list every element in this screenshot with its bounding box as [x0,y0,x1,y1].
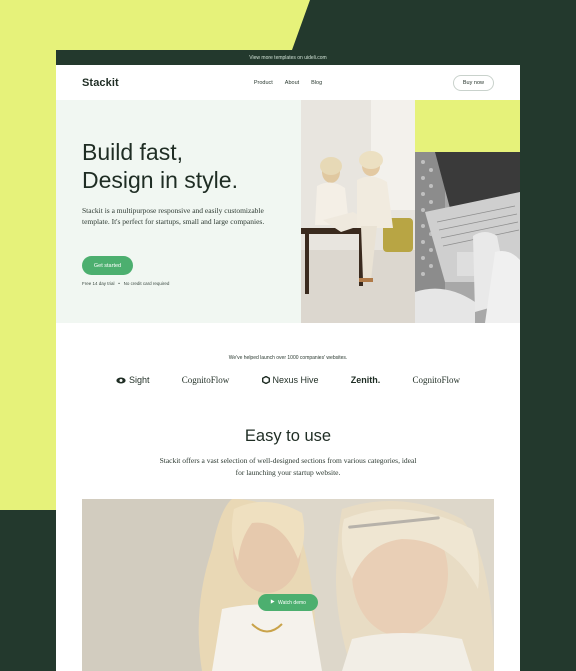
announcement-bar[interactable]: View more templates on uideli.com [56,50,520,65]
get-started-button[interactable]: Get started [82,256,133,275]
watch-demo-label: Watch demo [278,599,306,606]
top-nav: Stackit Product About Blog Buy now [56,65,520,100]
watch-demo-button[interactable]: Watch demo [258,594,318,611]
nav-link-blog[interactable]: Blog [311,80,322,86]
play-icon [270,599,275,606]
nav-links: Product About Blog [254,80,322,86]
nav-link-about[interactable]: About [285,80,299,86]
section-description: Stackit offers a vast selection of well-… [159,456,417,477]
eye-icon [116,377,126,383]
template-preview: View more templates on uideli.com Stacki… [56,50,520,671]
hero-title-line-2: Design in style. [82,167,238,193]
logo-zenith: Zenith. [350,375,381,385]
logo-sight-label: Sight [129,375,150,385]
hexagon-icon [261,376,270,384]
logo-nexus-hive: Nexus Hive [261,375,319,385]
logo-cognitoflow-2: CognitoFlow [412,375,460,385]
hero-photo-women-meeting [301,100,415,323]
hero-section: Build fast, Design in style. Stackit is … [56,100,520,323]
hero-title: Build fast, Design in style. [82,138,292,194]
video-thumbnail-women [82,499,494,671]
no-card-note: No credit card required [123,281,170,286]
logo-nexus-hive-label: Nexus Hive [272,375,319,385]
hero-content: Build fast, Design in style. Stackit is … [56,100,301,323]
separator-dot: • [115,281,123,286]
hero-title-line-1: Build fast, [82,139,183,165]
hero-photo-laptop-typing [415,152,520,323]
trust-text: We've helped launch over 1000 companies'… [228,355,348,361]
hero-lime-accent [415,100,520,152]
logo-cognitoflow: CognitoFlow [181,375,230,385]
laptop-typing-illustration [415,152,520,323]
buy-now-button[interactable]: Buy now [452,74,494,91]
announcement-text[interactable]: View more templates on uideli.com [249,55,326,61]
hero-fine-print: Free 14 day trial • No credit card requi… [82,281,169,286]
brand-logo[interactable]: Stackit [82,77,119,89]
demo-video[interactable]: Watch demo [82,499,494,671]
trial-note: Free 14 day trial [82,281,115,286]
logo-sight: Sight [116,375,150,385]
hero-description: Stackit is a multipurpose responsive and… [82,206,265,226]
section-title: Easy to use [244,427,332,445]
nav-link-product[interactable]: Product [254,80,273,86]
client-logos: Sight CognitoFlow Nexus Hive Zenith. Cog… [116,375,460,385]
women-meeting-illustration [301,100,415,323]
